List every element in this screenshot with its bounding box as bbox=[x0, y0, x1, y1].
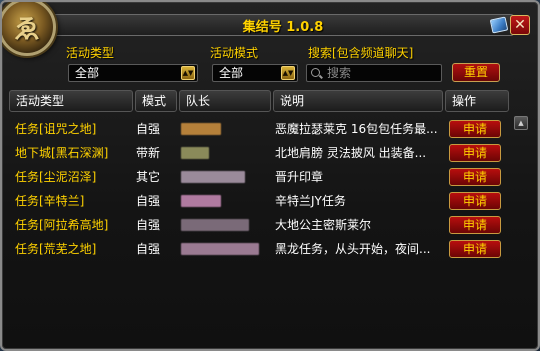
column-header-leader[interactable]: 队长 bbox=[179, 90, 271, 112]
mode-cell: 其它 bbox=[136, 170, 161, 184]
minimap-gem-icon[interactable] bbox=[489, 16, 509, 34]
mode-cell: 带新 bbox=[136, 146, 161, 160]
close-icon: ✕ bbox=[514, 17, 526, 33]
activity-type-dropdown[interactable]: 全部 ▲▼ bbox=[68, 64, 198, 82]
leader-name-blurred bbox=[181, 171, 245, 183]
mode-cell: 自强 bbox=[136, 218, 161, 232]
search-icon bbox=[311, 68, 320, 77]
search-placeholder: 搜索 bbox=[327, 66, 352, 80]
table-row[interactable]: 任务[诅咒之地] 自强 恶魔拉瑟莱克 16包包任务最... 申请 bbox=[9, 118, 509, 140]
group-finder-window: ゑ 集结号 1.0.8 ✕ 活动类型 全部 ▲▼ 活动模式 全部 ▲▼ 搜索[包… bbox=[0, 0, 540, 351]
scroll-up-button[interactable]: ▲ bbox=[514, 116, 528, 130]
description-cell: 恶魔拉瑟莱克 16包包任务最... bbox=[275, 122, 438, 136]
leader-name-blurred bbox=[181, 147, 209, 159]
table-header: 活动类型 模式 队长 说明 操作 bbox=[9, 90, 509, 112]
description-cell: 北地肩膀 灵法披风 出装备... bbox=[275, 146, 427, 160]
reset-button[interactable]: 重置 bbox=[452, 63, 500, 82]
title-bar[interactable]: 集结号 1.0.8 bbox=[52, 14, 514, 36]
apply-button[interactable]: 申请 bbox=[449, 144, 501, 162]
activity-table: 活动类型 模式 队长 说明 操作 任务[诅咒之地] 自强 恶魔拉瑟莱克 16包包… bbox=[9, 90, 509, 348]
column-header-action: 操作 bbox=[445, 90, 509, 112]
column-header-type[interactable]: 活动类型 bbox=[9, 90, 133, 112]
mode-cell: 自强 bbox=[136, 242, 161, 256]
leader-name-blurred bbox=[181, 243, 259, 255]
apply-button[interactable]: 申请 bbox=[449, 216, 501, 234]
activity-type-cell: 任务[诅咒之地] bbox=[15, 122, 97, 136]
addon-portrait-icon: ゑ bbox=[2, 2, 56, 56]
dropdown-arrow-icon[interactable]: ▲▼ bbox=[181, 66, 195, 80]
activity-type-cell: 任务[尘泥沼泽] bbox=[15, 170, 97, 184]
column-header-mode[interactable]: 模式 bbox=[135, 90, 177, 112]
description-cell: 黑龙任务，从头开始，夜间... bbox=[275, 242, 431, 256]
apply-button[interactable]: 申请 bbox=[449, 120, 501, 138]
table-row[interactable]: 地下城[黑石深渊] 带新 北地肩膀 灵法披风 出装备... 申请 bbox=[9, 142, 509, 164]
table-row[interactable]: 任务[阿拉希高地] 自强 大地公主密斯莱尔 申请 bbox=[9, 214, 509, 236]
close-button[interactable]: ✕ bbox=[510, 15, 530, 35]
dropdown-arrow-icon[interactable]: ▲▼ bbox=[281, 66, 295, 80]
activity-type-cell: 任务[荒芜之地] bbox=[15, 242, 97, 256]
activity-type-value: 全部 bbox=[75, 66, 100, 80]
table-row[interactable]: 任务[荒芜之地] 自强 黑龙任务，从头开始，夜间... 申请 bbox=[9, 238, 509, 260]
activity-mode-label: 活动模式 bbox=[210, 46, 259, 60]
description-cell: 大地公主密斯莱尔 bbox=[275, 218, 372, 232]
column-header-desc[interactable]: 说明 bbox=[273, 90, 443, 112]
leader-name-blurred bbox=[181, 123, 221, 135]
activity-mode-dropdown[interactable]: 全部 ▲▼ bbox=[212, 64, 298, 82]
apply-button[interactable]: 申请 bbox=[449, 168, 501, 186]
table-row[interactable]: 任务[辛特兰] 自强 辛特兰JY任务 申请 bbox=[9, 190, 509, 212]
description-cell: 晋升印章 bbox=[275, 170, 324, 184]
mode-cell: 自强 bbox=[136, 194, 161, 208]
portrait-glyph: ゑ bbox=[13, 14, 40, 45]
search-label: 搜索[包含频道聊天] bbox=[308, 46, 414, 60]
activity-type-cell: 任务[辛特兰] bbox=[15, 194, 85, 208]
activity-mode-value: 全部 bbox=[219, 66, 244, 80]
mode-cell: 自强 bbox=[136, 122, 161, 136]
chevron-up-icon: ▲ bbox=[518, 119, 524, 127]
leader-name-blurred bbox=[181, 195, 221, 207]
activity-type-label: 活动类型 bbox=[66, 46, 115, 60]
activity-type-cell: 地下城[黑石深渊] bbox=[15, 146, 109, 160]
table-row[interactable]: 任务[尘泥沼泽] 其它 晋升印章 申请 bbox=[9, 166, 509, 188]
apply-button[interactable]: 申请 bbox=[449, 240, 501, 258]
search-input[interactable]: 搜索 bbox=[306, 64, 442, 82]
activity-type-cell: 任务[阿拉希高地] bbox=[15, 218, 109, 232]
description-cell: 辛特兰JY任务 bbox=[275, 194, 346, 208]
apply-button[interactable]: 申请 bbox=[449, 192, 501, 210]
window-title: 集结号 1.0.8 bbox=[242, 19, 324, 35]
leader-name-blurred bbox=[181, 219, 249, 231]
